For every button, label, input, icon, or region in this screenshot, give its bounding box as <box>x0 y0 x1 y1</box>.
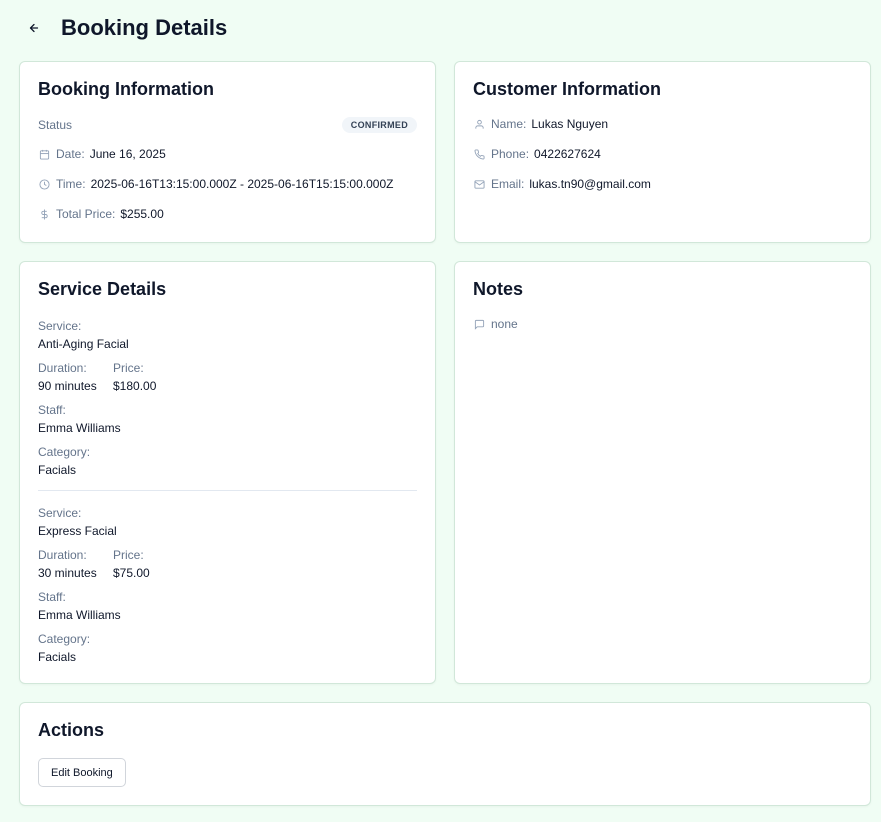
booking-info-card: Booking Information Status CONFIRMED Dat… <box>19 61 436 243</box>
customer-name-value: Lukas Nguyen <box>531 117 609 131</box>
status-label: Status <box>38 118 73 132</box>
customer-email-row: Email: lukas.tn90@gmail.com <box>473 177 852 191</box>
service-details-title: Service Details <box>38 279 167 299</box>
total-price-value: $255.00 <box>120 207 164 221</box>
category-value: Facials <box>38 650 77 664</box>
price-label: Price: <box>113 548 144 562</box>
category-value: Facials <box>38 463 77 477</box>
page-header: Booking Details <box>20 12 227 44</box>
category-label: Category: <box>38 445 91 459</box>
customer-info-card: Customer Information Name: Lukas Nguyen … <box>454 61 871 243</box>
service-details-card: Service Details Service: Anti-Aging Faci… <box>19 261 436 684</box>
staff-value: Emma Williams <box>38 421 121 435</box>
message-square-icon <box>473 318 485 330</box>
status-badge: CONFIRMED <box>341 117 417 133</box>
service-item: Service: Express Facial Duration: 30 min… <box>38 504 417 664</box>
phone-icon <box>473 148 485 160</box>
page-title: Booking Details <box>61 15 228 40</box>
customer-info-title: Customer Information <box>473 79 662 99</box>
service-name: Anti-Aging Facial <box>38 337 129 351</box>
duration-label: Duration: <box>38 361 87 375</box>
calendar-icon <box>38 148 50 160</box>
staff-label: Staff: <box>38 590 66 604</box>
duration-value: 90 minutes <box>38 379 97 393</box>
date-value: June 16, 2025 <box>89 147 166 161</box>
dollar-icon <box>38 208 50 220</box>
date-row: Date: June 16, 2025 <box>38 147 417 161</box>
price-value: $75.00 <box>113 566 150 580</box>
booking-info-title: Booking Information <box>38 79 214 99</box>
category-label: Category: <box>38 632 91 646</box>
service-name: Express Facial <box>38 524 117 538</box>
time-label: Time: <box>56 177 86 191</box>
time-row: Time: 2025-06-16T13:15:00.000Z - 2025-06… <box>38 177 417 191</box>
user-icon <box>473 118 485 130</box>
notes-row: none <box>473 317 852 331</box>
time-value: 2025-06-16T13:15:00.000Z - 2025-06-16T15… <box>90 177 394 191</box>
duration-label: Duration: <box>38 548 87 562</box>
service-label: Service: <box>38 319 82 333</box>
duration-value: 30 minutes <box>38 566 97 580</box>
mail-icon <box>473 178 485 190</box>
customer-phone-value: 0422627624 <box>534 147 601 161</box>
price-label: Price: <box>113 361 144 375</box>
customer-email-value: lukas.tn90@gmail.com <box>529 177 651 191</box>
customer-phone-label: Phone: <box>491 147 530 161</box>
customer-name-row: Name: Lukas Nguyen <box>473 117 852 131</box>
staff-label: Staff: <box>38 403 66 417</box>
service-divider <box>38 490 417 491</box>
total-price-row: Total Price: $255.00 <box>38 207 417 221</box>
service-label: Service: <box>38 506 82 520</box>
actions-title: Actions <box>38 720 105 740</box>
actions-card: Actions Edit Booking <box>19 702 871 806</box>
price-value: $180.00 <box>113 379 157 393</box>
date-label: Date: <box>56 147 85 161</box>
service-item: Service: Anti-Aging Facial Duration: 90 … <box>38 317 417 477</box>
status-row: Status CONFIRMED <box>38 117 417 133</box>
customer-email-label: Email: <box>491 177 525 191</box>
edit-booking-button[interactable]: Edit Booking <box>38 758 126 787</box>
notes-title: Notes <box>473 279 524 299</box>
staff-value: Emma Williams <box>38 608 121 622</box>
notes-card: Notes none <box>454 261 871 684</box>
total-price-label: Total Price: <box>56 207 116 221</box>
arrow-left-icon <box>29 23 39 33</box>
back-button[interactable] <box>20 14 48 42</box>
clock-icon <box>38 178 50 190</box>
notes-text: none <box>491 317 518 331</box>
customer-name-label: Name: <box>491 117 527 131</box>
customer-phone-row: Phone: 0422627624 <box>473 147 852 161</box>
